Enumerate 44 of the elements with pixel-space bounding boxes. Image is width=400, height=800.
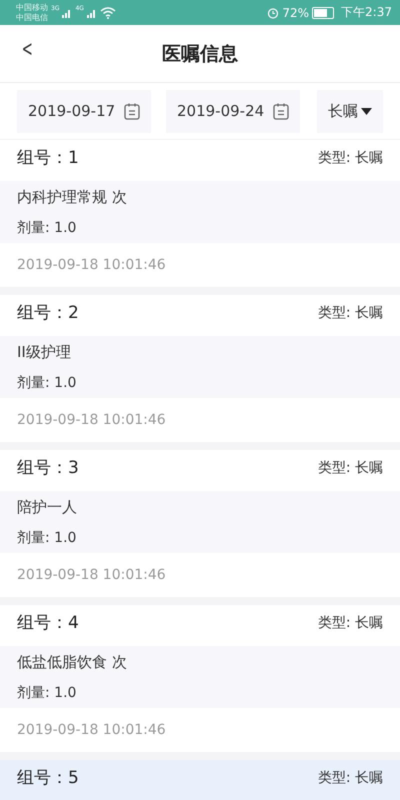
start-date-field[interactable]: 2019-09-17 bbox=[17, 90, 151, 132]
order-item: 低盐低脂饮食 次 bbox=[17, 652, 128, 672]
alarm-icon bbox=[267, 6, 280, 18]
order-type: 类型: 长嘱 bbox=[318, 304, 383, 322]
group-number: 组号：2 bbox=[17, 302, 79, 324]
order-type: 类型: 长嘱 bbox=[318, 458, 383, 476]
order-card[interactable]: 组号：4 类型: 长嘱 低盐低脂饮食 次 剂量: 1.0 2019-09-18 10:01:46 bbox=[0, 605, 400, 752]
order-time: 2019-09-18 10:01:46 bbox=[16, 566, 167, 585]
order-item: 内科护理常规 次 bbox=[17, 188, 128, 206]
group-number: 组号：4 bbox=[17, 612, 79, 634]
carrier-name: 中国移动 bbox=[16, 2, 48, 12]
order-item: II级护理 bbox=[17, 342, 72, 362]
group-number: 组号：5 bbox=[17, 767, 79, 789]
order-type: 类型: 长嘱 bbox=[318, 148, 383, 166]
type-dropdown[interactable]: 长嘱 bbox=[317, 90, 383, 132]
order-card[interactable]: 组号：2 类型: 长嘱 II级护理 剂量: 1.0 2019-09-18 10:01:46 bbox=[0, 295, 400, 442]
calendar-icon bbox=[124, 102, 140, 120]
battery-percentage: 72% bbox=[282, 6, 310, 20]
signal-icon bbox=[86, 8, 97, 18]
group-number: 组号：3 bbox=[17, 457, 79, 479]
signal-icon bbox=[62, 8, 72, 18]
order-item: 陪护一人 bbox=[17, 498, 78, 516]
calendar-icon bbox=[273, 102, 289, 120]
caret-icon bbox=[361, 108, 372, 114]
carrier-name: 中国电信 bbox=[16, 12, 48, 22]
group-number: 组号：1 bbox=[17, 147, 79, 169]
order-type: 类型: 长嘱 bbox=[318, 614, 383, 632]
order-card[interactable]: 组号：5 类型: 长嘱 bbox=[0, 760, 400, 800]
dose-text: 剂量: 1.0 bbox=[17, 218, 78, 236]
dose-text: 剂量: 1.0 bbox=[17, 684, 78, 702]
order-time: 2019-09-18 10:01:46 bbox=[16, 256, 167, 275]
order-card[interactable]: 组号：3 类型: 长嘱 陪护一人 剂量: 1.0 2019-09-18 10:01:46 bbox=[0, 450, 400, 597]
dose-text: 剂量: 1.0 bbox=[17, 374, 78, 392]
dose-text: 剂量: 1.0 bbox=[17, 528, 78, 546]
order-time: 2019-09-18 10:01:46 bbox=[16, 721, 167, 740]
clock: 下午2:37 bbox=[341, 4, 392, 21]
end-date-field[interactable]: 2019-09-24 bbox=[166, 90, 300, 132]
order-type: 类型: 长嘱 bbox=[318, 768, 383, 786]
order-card[interactable]: 组号：1 类型: 长嘱 内科护理常规 次 剂量: 1.0 2019-09-18 10:01:46 bbox=[0, 140, 400, 287]
back-button[interactable]: < bbox=[19, 37, 36, 62]
page-title: 医嘱信息 bbox=[162, 42, 238, 66]
wifi-icon bbox=[100, 6, 116, 18]
order-time: 2019-09-18 10:01:46 bbox=[16, 411, 167, 430]
battery-icon bbox=[312, 6, 334, 18]
